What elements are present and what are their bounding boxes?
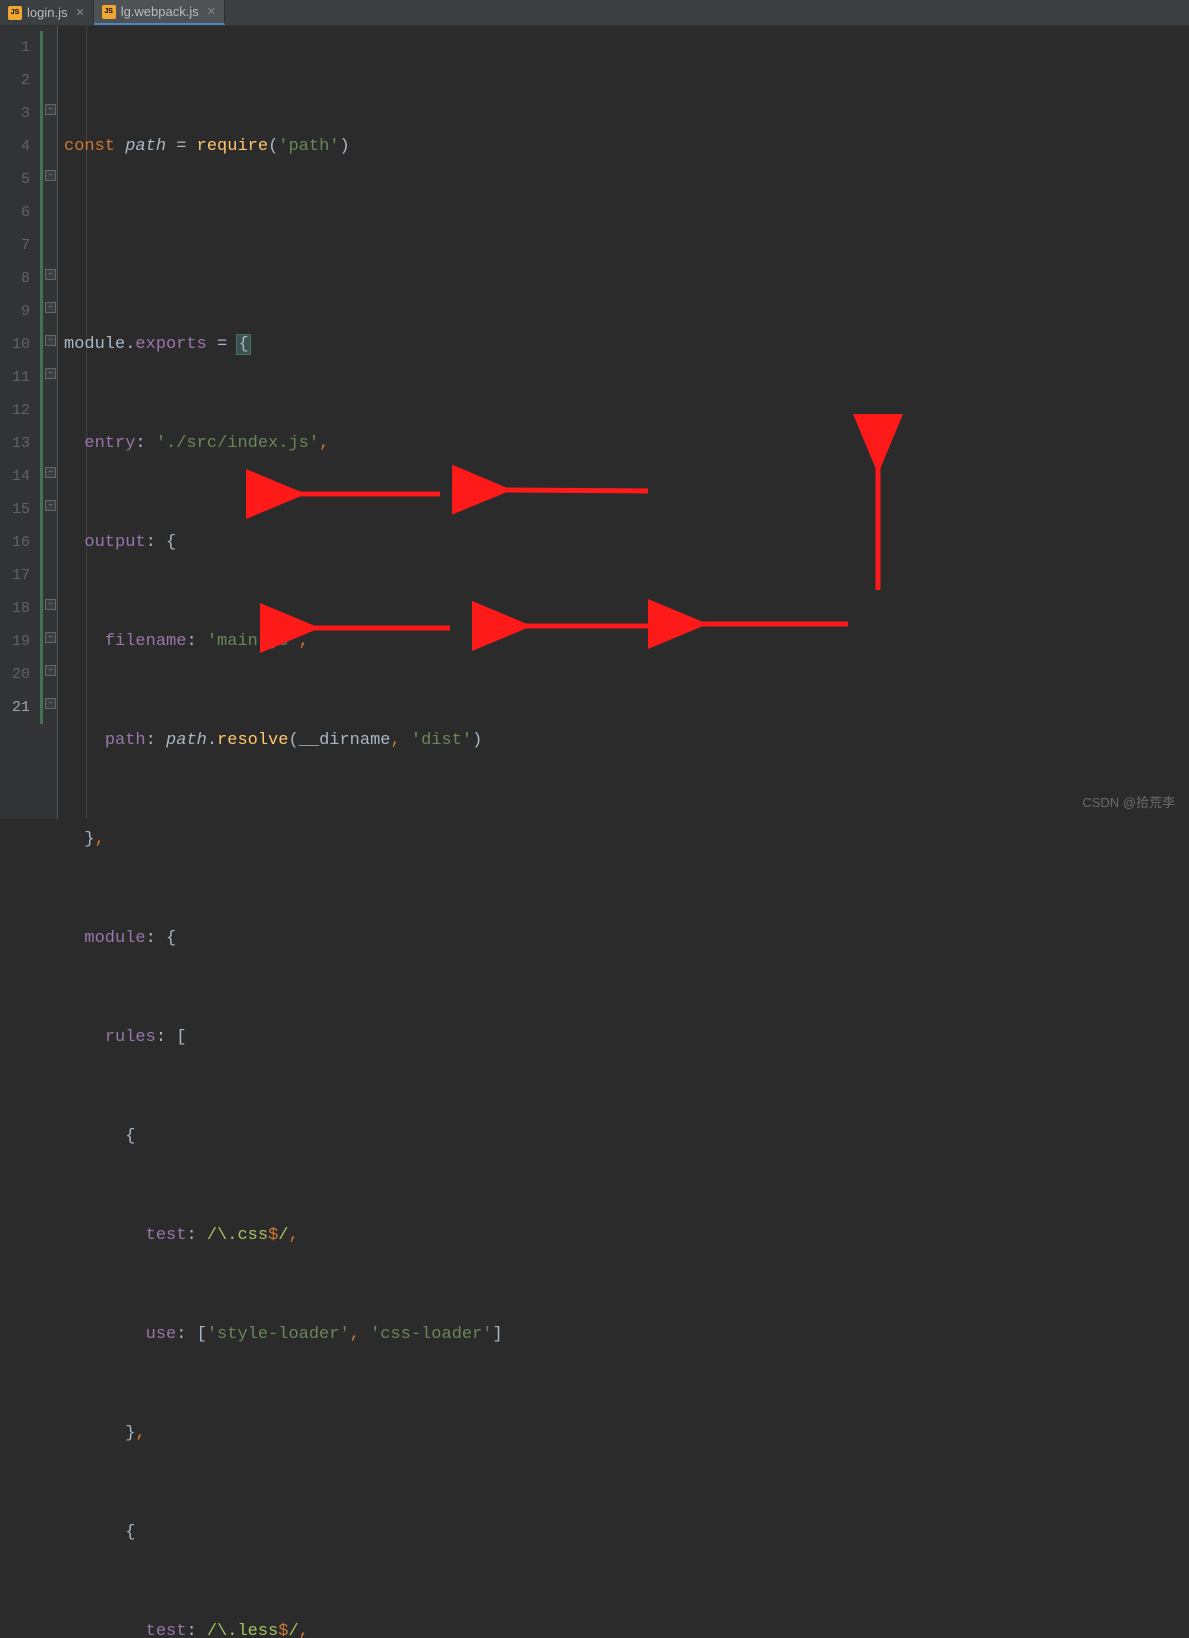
js-file-icon: JS [102, 5, 116, 19]
tab-login[interactable]: JS login.js ✕ [0, 0, 94, 25]
code-area[interactable]: const path = require('path') module.expo… [58, 26, 1189, 819]
close-icon[interactable]: ✕ [75, 6, 84, 19]
fold-icon[interactable]: − [45, 269, 56, 280]
change-marker [40, 31, 43, 724]
fold-gutter: − − − − − − − − − − − − [44, 26, 58, 819]
fold-icon[interactable]: − [45, 302, 56, 313]
js-file-icon: JS [8, 6, 22, 20]
watermark: CSDN @拾荒李 [1082, 792, 1175, 811]
fold-icon[interactable]: − [45, 467, 56, 478]
tab-label: login.js [27, 5, 67, 20]
fold-icon[interactable]: − [45, 104, 56, 115]
fold-icon[interactable]: − [45, 599, 56, 610]
fold-icon[interactable]: − [45, 665, 56, 676]
close-icon[interactable]: ✕ [207, 5, 216, 18]
fold-icon[interactable]: − [45, 170, 56, 181]
tab-label: lg.webpack.js [121, 4, 199, 19]
editor: 1 2 3 4 5 6 7 8 9 10 11 12 13 14 15 16 1… [0, 26, 1189, 819]
tab-bar: JS login.js ✕ JS lg.webpack.js ✕ [0, 0, 1189, 26]
fold-icon[interactable]: − [45, 335, 56, 346]
fold-icon[interactable]: − [45, 698, 56, 709]
line-gutter: 1 2 3 4 5 6 7 8 9 10 11 12 13 14 15 16 1… [0, 26, 44, 819]
fold-icon[interactable]: − [45, 632, 56, 643]
fold-icon[interactable]: − [45, 368, 56, 379]
tab-webpack[interactable]: JS lg.webpack.js ✕ [94, 0, 225, 25]
fold-icon[interactable]: − [45, 500, 56, 511]
